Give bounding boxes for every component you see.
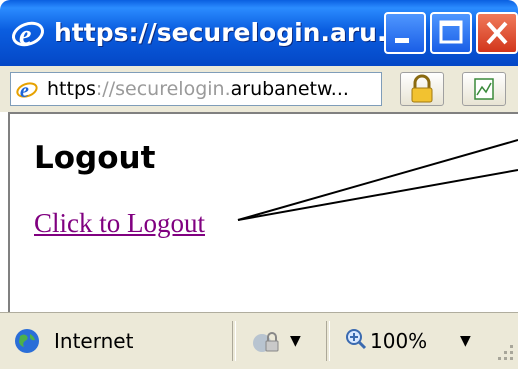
protected-mode-dropdown-icon[interactable]: ▼ bbox=[290, 327, 301, 355]
address-bar-row: e https://securelogin.arubanetw... bbox=[0, 66, 518, 112]
address-field[interactable]: e https://securelogin.arubanetw... bbox=[10, 72, 382, 106]
page-heading: Logout bbox=[34, 140, 156, 176]
certificate-icon bbox=[474, 78, 494, 100]
browser-window: e https://securelogin.aru... e https://s… bbox=[0, 0, 518, 369]
zoom-dropdown-icon[interactable]: ▼ bbox=[460, 327, 471, 355]
window-title: https://securelogin.aru... bbox=[54, 18, 384, 47]
title-bar[interactable]: e https://securelogin.aru... bbox=[0, 0, 518, 66]
close-button[interactable] bbox=[476, 12, 518, 54]
globe-icon bbox=[15, 329, 39, 353]
svg-text:e: e bbox=[20, 80, 29, 102]
logout-link[interactable]: Click to Logout bbox=[34, 208, 205, 239]
zoom-icon[interactable] bbox=[344, 327, 368, 351]
minimize-button[interactable] bbox=[384, 12, 426, 54]
status-bar: Internet ▼ 100% ▼ bbox=[0, 312, 518, 369]
security-zone-label: Internet bbox=[54, 329, 134, 353]
zoom-level[interactable]: 100% bbox=[370, 327, 427, 355]
status-separator bbox=[326, 321, 330, 361]
page-ie-icon: e bbox=[16, 80, 38, 102]
protected-mode-icon[interactable] bbox=[250, 327, 280, 355]
page-content: Logout Click to Logout bbox=[8, 112, 518, 312]
lock-icon bbox=[411, 74, 433, 103]
close-icon bbox=[486, 21, 508, 45]
security-lock-button[interactable] bbox=[400, 72, 444, 106]
maximize-icon bbox=[439, 20, 463, 44]
certificate-button[interactable] bbox=[462, 72, 506, 106]
maximize-button[interactable] bbox=[430, 12, 472, 54]
ie-logo-icon: e bbox=[11, 20, 45, 50]
address-url: https://securelogin.arubanetw... bbox=[47, 78, 349, 100]
resize-grip-icon[interactable] bbox=[496, 343, 516, 363]
minimize-icon bbox=[395, 38, 409, 43]
status-separator bbox=[232, 321, 236, 361]
svg-text:e: e bbox=[19, 20, 31, 50]
